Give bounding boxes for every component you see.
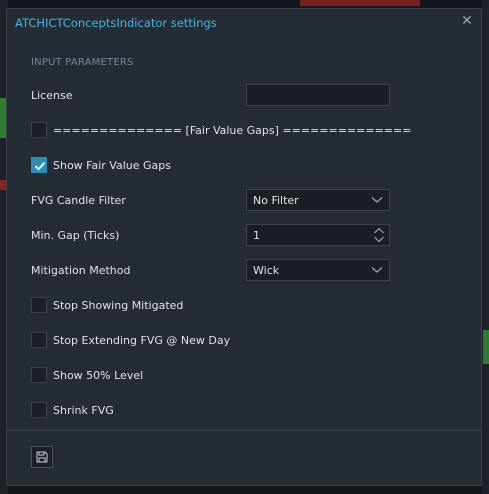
section-title: INPUT PARAMETERS xyxy=(31,57,134,68)
chart-candle-green-right xyxy=(483,330,489,364)
chart-background-right xyxy=(482,0,489,494)
fvg-header-label: ============== [Fair Value Gaps] =======… xyxy=(53,124,412,137)
license-field[interactable] xyxy=(246,84,390,106)
candle-filter-label: FVG Candle Filter xyxy=(31,194,126,207)
min-gap-label: Min. Gap (Ticks) xyxy=(31,229,120,242)
stop-extending-checkbox[interactable] xyxy=(31,332,47,348)
mitigation-label: Mitigation Method xyxy=(31,264,131,277)
stop-mitigated-checkbox[interactable] xyxy=(31,297,47,313)
show-50-level-checkbox[interactable] xyxy=(31,367,47,383)
chart-candle-red-top xyxy=(300,0,420,6)
stop-mitigated-label: Stop Showing Mitigated xyxy=(53,299,184,312)
close-icon[interactable]: ✕ xyxy=(459,13,475,29)
candle-filter-select[interactable]: No Filter xyxy=(246,189,390,211)
checkmark-icon xyxy=(34,161,46,171)
dialog-title: ATCHICTConceptsIndicator settings xyxy=(15,16,217,30)
show-fvg-checkbox[interactable] xyxy=(31,157,47,173)
save-button[interactable] xyxy=(31,446,53,468)
mitigation-select[interactable]: Wick xyxy=(246,259,390,281)
fvg-header-checkbox[interactable] xyxy=(31,122,47,138)
min-gap-stepper[interactable]: 1 xyxy=(246,224,390,246)
mitigation-value: Wick xyxy=(253,264,280,277)
save-icon xyxy=(36,451,48,463)
dialog-titlebar[interactable]: ATCHICTConceptsIndicator settings ✕ xyxy=(7,9,481,37)
chevron-down-icon xyxy=(371,267,383,273)
stop-extending-label: Stop Extending FVG @ New Day xyxy=(53,334,231,347)
candle-filter-value: No Filter xyxy=(253,194,299,207)
min-gap-value: 1 xyxy=(253,229,260,242)
license-label: License xyxy=(31,89,73,102)
shrink-fvg-label: Shrink FVG xyxy=(53,404,114,417)
shrink-fvg-checkbox[interactable] xyxy=(31,402,47,418)
settings-dialog: ATCHICTConceptsIndicator settings ✕ INPU… xyxy=(6,8,482,486)
show-50-level-label: Show 50% Level xyxy=(53,369,144,382)
spinner-arrows-icon[interactable] xyxy=(373,226,385,244)
footer-divider xyxy=(7,430,481,431)
chevron-down-icon xyxy=(371,197,383,203)
show-fvg-label: Show Fair Value Gaps xyxy=(53,159,171,172)
